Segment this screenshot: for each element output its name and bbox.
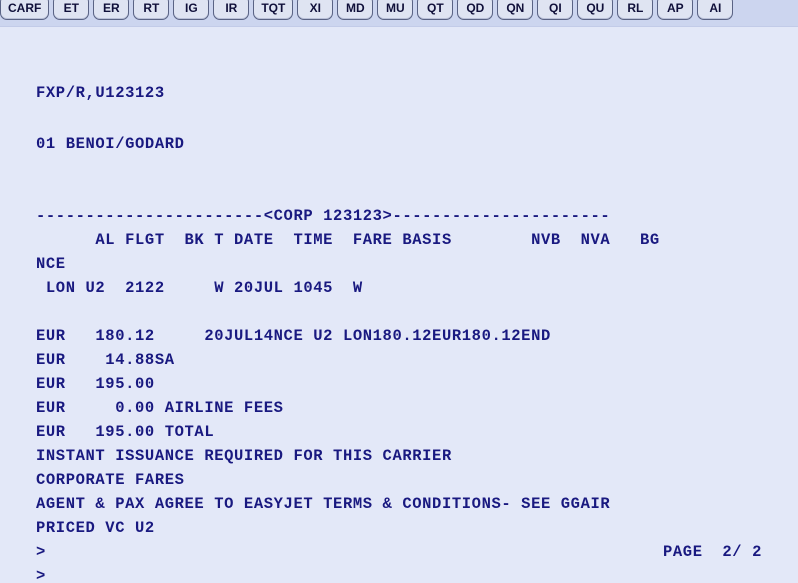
terminal-output-area[interactable]: FXP/R,U123123 01 BENOI/GODARD ----------…: [0, 27, 798, 583]
toolbar-button-strip: CARF ET ER RT IG IR TQT XI MD MU QT QD QN QI QU RL AP AI: [0, 0, 737, 20]
toolbar-button-rt[interactable]: RT: [133, 0, 170, 20]
fare-line-total: EUR 195.00 TOTAL: [36, 423, 215, 441]
fare-line-base: EUR 180.12 20JUL14NCE U2 LON180.12EUR180…: [36, 327, 551, 345]
origin-city-line: NCE: [36, 255, 66, 273]
fare-line-tax: EUR 14.88SA: [36, 351, 175, 369]
toolbar-button-xi[interactable]: XI: [297, 0, 334, 20]
fare-line-airline-fees: EUR 0.00 AIRLINE FEES: [36, 399, 284, 417]
toolbar-button-et[interactable]: ET: [53, 0, 90, 20]
passenger-name-line: 01 BENOI/GODARD: [36, 135, 185, 153]
toolbar-button-qt[interactable]: QT: [417, 0, 454, 20]
toolbar-button-ig[interactable]: IG: [173, 0, 210, 20]
toolbar-button-qu[interactable]: QU: [577, 0, 614, 20]
notice-line-priced-vc: PRICED VC U2: [36, 519, 155, 537]
toolbar-button-md[interactable]: MD: [337, 0, 374, 20]
notice-line-corporate-fares: CORPORATE FARES: [36, 471, 185, 489]
prompt-line-current[interactable]: >: [0, 564, 798, 583]
toolbar-button-qi[interactable]: QI: [537, 0, 574, 20]
command-entry-line: FXP/R,U123123: [36, 84, 165, 102]
toolbar-button-qn[interactable]: QN: [497, 0, 534, 20]
command-toolbar[interactable]: CARF ET ER RT IG IR TQT XI MD MU QT QD QN QI QU RL AP AI: [0, 0, 798, 27]
itinerary-column-headers: AL FLGT BK T DATE TIME FARE BASIS NVB NV…: [36, 231, 660, 249]
page-indicator: PAGE 2/ 2: [662, 543, 762, 561]
toolbar-button-ai[interactable]: AI: [697, 0, 734, 20]
notice-line-terms-conditions: AGENT & PAX AGREE TO EASYJET TERMS & CON…: [36, 495, 611, 513]
toolbar-button-mu[interactable]: MU: [377, 0, 414, 20]
toolbar-button-ap[interactable]: AP: [657, 0, 694, 20]
toolbar-button-tqt[interactable]: TQT: [253, 0, 294, 20]
toolbar-button-carf[interactable]: CARF: [0, 0, 50, 20]
toolbar-button-ir[interactable]: IR: [213, 0, 250, 20]
toolbar-button-rl[interactable]: RL: [617, 0, 654, 20]
itinerary-segment-line: LON U2 2122 W 20JUL 1045 W: [36, 279, 363, 297]
toolbar-button-qd[interactable]: QD: [457, 0, 494, 20]
toolbar-button-er[interactable]: ER: [93, 0, 130, 20]
fare-line-subtotal: EUR 195.00: [36, 375, 155, 393]
notice-line-instant-issuance: INSTANT ISSUANCE REQUIRED FOR THIS CARRI…: [36, 447, 452, 465]
corp-separator-line: -----------------------<CORP 123123>----…: [36, 207, 611, 225]
